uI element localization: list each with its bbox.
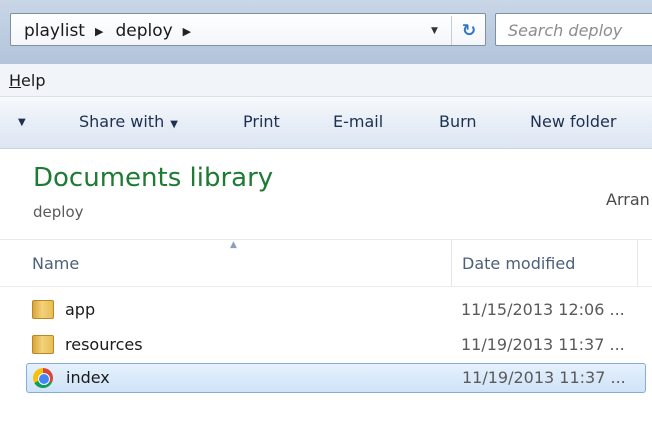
menu-help-mnemonic: H [9, 71, 22, 90]
file-row-index[interactable]: index 11/19/2013 11:37 ... [26, 363, 646, 393]
breadcrumb-item-deploy[interactable]: deploy [115, 21, 172, 41]
breadcrumb-separator-icon[interactable]: ▶ [183, 25, 191, 38]
column-header-name[interactable]: Name [32, 254, 79, 273]
file-name: app [65, 300, 96, 319]
menu-bar: Help [0, 64, 652, 97]
file-date-modified: 11/15/2013 12:06 ... [461, 300, 625, 319]
command-bar: ▼ Share with ▼ Print E-mail Burn New fold… [0, 97, 652, 149]
new-folder-button[interactable]: New folder [530, 112, 616, 131]
address-dropdown-icon[interactable]: ▼ [431, 26, 438, 36]
file-date-modified: 11/19/2013 11:37 ... [462, 368, 626, 387]
menu-help[interactable]: Help [9, 71, 45, 90]
share-with-button[interactable]: Share with ▼ [79, 112, 178, 131]
library-subtitle: deploy [33, 203, 84, 221]
refresh-button[interactable]: ↻ [451, 16, 486, 45]
breadcrumb-separator-icon[interactable]: ▶ [95, 25, 103, 38]
file-date-modified: 11/19/2013 11:37 ... [461, 335, 625, 354]
breadcrumb: playlist ▶ deploy ▶ [24, 21, 203, 41]
file-row-app[interactable]: app 11/15/2013 12:06 ... [26, 295, 646, 325]
share-with-label: Share with [79, 112, 165, 131]
sort-ascending-icon: ▲ [230, 240, 237, 250]
chrome-icon [33, 368, 53, 388]
email-button[interactable]: E-mail [333, 112, 383, 131]
print-button[interactable]: Print [243, 112, 280, 131]
menu-help-rest: elp [21, 71, 46, 90]
organize-caret-icon[interactable]: ▼ [18, 117, 26, 128]
chevron-down-icon: ▼ [170, 119, 178, 130]
search-box[interactable] [495, 13, 652, 46]
column-divider[interactable] [637, 240, 638, 287]
column-header-row: ▲ Name Date modified [0, 239, 652, 287]
search-input[interactable] [508, 20, 648, 40]
folder-icon [32, 300, 54, 319]
file-row-resources[interactable]: resources 11/19/2013 11:37 ... [26, 330, 646, 360]
file-name: index [66, 368, 110, 387]
column-divider[interactable] [451, 240, 452, 287]
refresh-icon: ↻ [461, 20, 477, 41]
burn-button[interactable]: Burn [439, 112, 477, 131]
file-name: resources [65, 335, 143, 354]
library-title: Documents library [33, 163, 274, 193]
address-bar[interactable]: playlist ▶ deploy ▶ ▼ ↻ [10, 13, 486, 46]
address-bar-strip: playlist ▶ deploy ▶ ▼ ↻ [0, 0, 652, 64]
folder-icon [32, 335, 54, 354]
breadcrumb-item-playlist[interactable]: playlist [24, 21, 85, 41]
column-header-date-modified[interactable]: Date modified [462, 254, 575, 273]
arrange-by-link[interactable]: Arran [606, 190, 650, 209]
